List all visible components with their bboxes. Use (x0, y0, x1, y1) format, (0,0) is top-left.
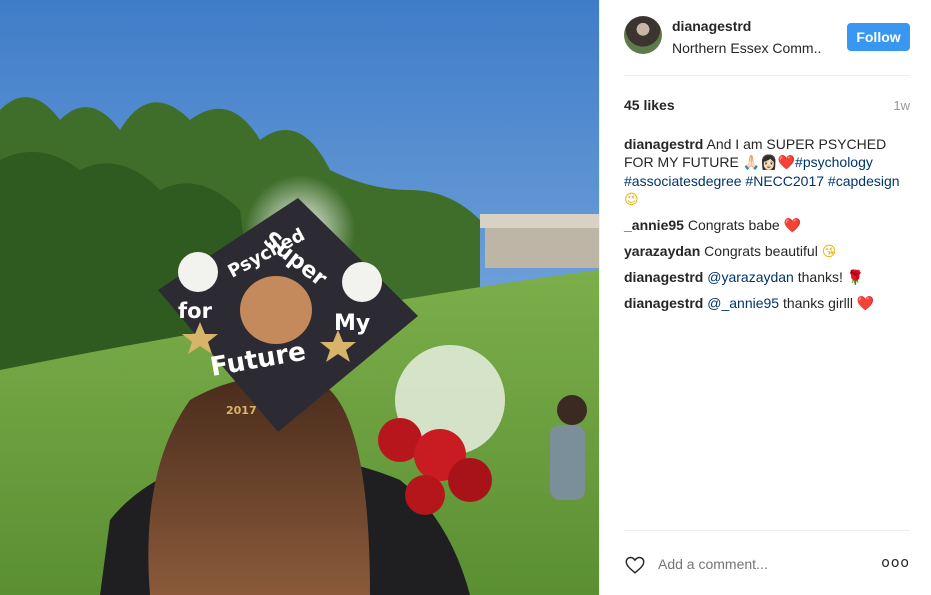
add-comment-input[interactable] (658, 556, 858, 572)
heart-emoji: ❤️ (783, 218, 801, 234)
caption: dianagestrd And I am SUPER PSYCHED FOR M… (624, 135, 914, 209)
comment: yarazaydan Congrats beautiful 😘 (624, 242, 914, 261)
instagram-post: Super Psyched for My Future 2017 dianage… (0, 0, 931, 595)
comments-list: dianagestrd And I am SUPER PSYCHED FOR M… (624, 135, 914, 320)
post-footer: ooo (624, 530, 910, 595)
comment-mention[interactable]: @yarazaydan (707, 269, 794, 285)
cap-text-future: Future (208, 337, 308, 383)
post-header: dianagestrd Northern Essex Comm.. Follow (624, 16, 910, 76)
cap-text-year: 2017 (226, 404, 257, 417)
comment: dianagestrd @yarazaydan thanks! 🌹 (624, 268, 914, 287)
comment-username[interactable]: _annie95 (624, 217, 684, 233)
comment-text: Congrats beautiful (704, 243, 818, 259)
cap-text-for: for (178, 299, 213, 323)
rose-emoji: 🌹 (846, 270, 865, 286)
hashtag-capdesign[interactable]: #capdesign (828, 173, 900, 189)
comment: _annie95 Congrats babe ❤️ (624, 216, 914, 235)
comment-text: thanks girlll (782, 295, 853, 311)
comment-username[interactable]: yarazaydan (624, 243, 700, 259)
hashtag-psychology[interactable]: #psychology (795, 154, 873, 170)
cap-text-my: My (334, 311, 370, 336)
more-options-icon[interactable]: ooo (881, 555, 910, 571)
comment-username[interactable]: dianagestrd (624, 269, 703, 285)
hashtag-associatesdegree[interactable]: #associatesdegree (624, 173, 742, 189)
hashtag-necc2017[interactable]: #NECC2017 (745, 173, 824, 189)
kiss-emoji: 😘 (821, 244, 837, 260)
heart-outline-icon[interactable] (624, 554, 646, 576)
post-time[interactable]: 1w (893, 98, 910, 113)
post-photo[interactable]: Super Psyched for My Future 2017 (0, 0, 599, 595)
follow-button[interactable]: Follow (847, 23, 910, 51)
comment-mention[interactable]: @_annie95 (707, 295, 779, 311)
cap-lettering: Super Psyched for My Future 2017 (178, 224, 370, 417)
header-username[interactable]: dianagestrd (672, 18, 751, 34)
caption-username[interactable]: dianagestrd (624, 136, 703, 152)
header-location[interactable]: Northern Essex Comm.. (672, 40, 821, 56)
comment: dianagestrd @_annie95 thanks girlll ❤️ (624, 294, 914, 313)
avatar[interactable] (624, 16, 662, 54)
caption-emojis: 🙏🏻👩🏻❤️ (742, 155, 796, 171)
wink-emoji: 😉 (624, 192, 639, 208)
likes-count[interactable]: 45 likes (624, 97, 675, 113)
heart-emoji: ❤️ (856, 296, 875, 312)
post-sidebar: dianagestrd Northern Essex Comm.. Follow… (599, 0, 931, 595)
comment-username[interactable]: dianagestrd (624, 295, 703, 311)
comment-text: Congrats babe (687, 217, 780, 233)
comment-text: thanks! (797, 269, 843, 285)
